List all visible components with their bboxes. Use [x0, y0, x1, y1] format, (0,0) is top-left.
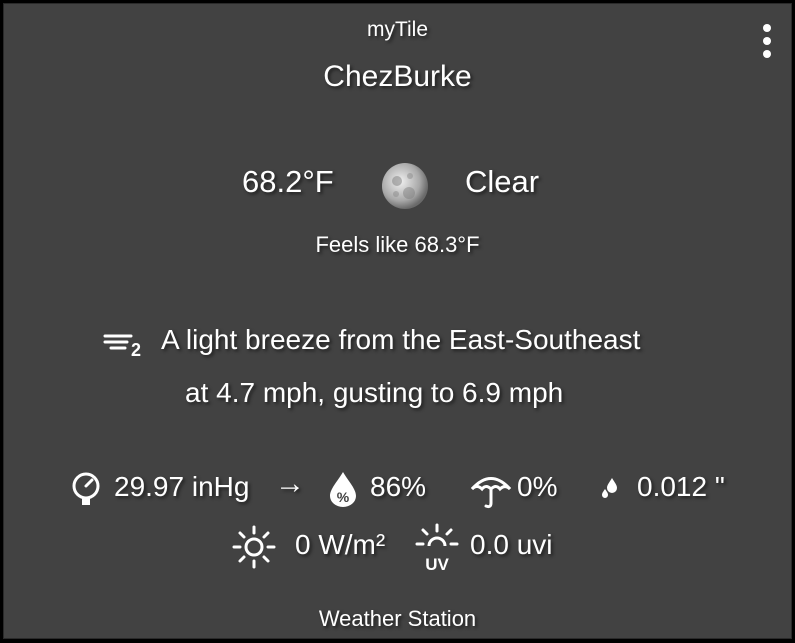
svg-text:%: %: [337, 489, 350, 505]
wind-icon: 2: [103, 334, 141, 360]
umbrella-icon: [470, 477, 512, 509]
pressure-trend-arrow: →: [275, 467, 305, 500]
feels-like: Feels like 68.3°F: [315, 232, 480, 257]
gauge-icon: [72, 472, 100, 505]
raindrops-icon: [602, 478, 617, 498]
tile-header-label: myTile: [366, 18, 429, 41]
more-options-icon[interactable]: [758, 22, 776, 62]
uv-sun-icon: UV: [415, 523, 459, 574]
station-name: ChezBurke: [323, 60, 472, 93]
humidity-value: 86%: [370, 471, 427, 502]
svg-text:2: 2: [131, 340, 141, 360]
precip-chance-value: 0%: [517, 471, 558, 502]
rain-value: 0.012 ": [637, 471, 725, 502]
svg-text:UV: UV: [425, 555, 449, 574]
wind-description-line2: at 4.7 mph, gusting to 6.9 mph: [185, 377, 564, 408]
tile-footer-label: Weather Station: [318, 606, 477, 631]
moon-icon: [382, 163, 428, 209]
condition-text: Clear: [465, 164, 540, 199]
solar-radiation-value: 0 W/m²: [295, 529, 386, 560]
current-temperature: 68.2°F: [242, 164, 334, 199]
sun-icon: [232, 525, 276, 569]
weather-tile: myTile ChezBurke 68.2°F Clear Feels like…: [3, 3, 792, 639]
pressure-value: 29.97 inHg: [114, 471, 250, 502]
uv-index-value: 0.0 uvi: [470, 529, 553, 560]
wind-description-line1: A light breeze from the East-Southeast: [161, 324, 641, 355]
humidity-drop-icon: %: [330, 472, 356, 507]
